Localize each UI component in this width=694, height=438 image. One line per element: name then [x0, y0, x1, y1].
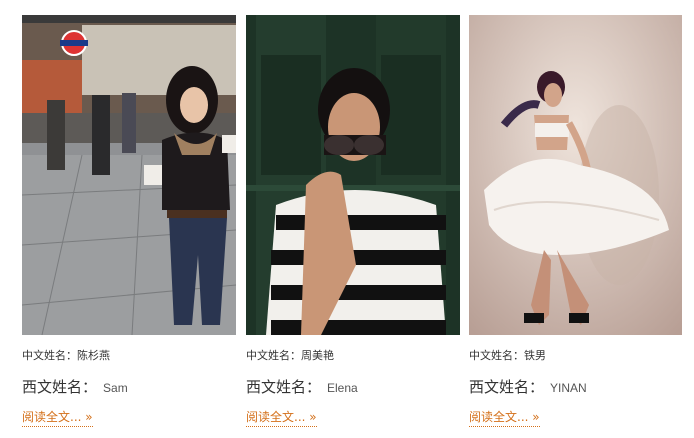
western-name-value: YINAN: [550, 381, 587, 395]
western-name-label: 西文姓名：: [246, 378, 322, 396]
western-name-label: 西文姓名：: [22, 378, 98, 396]
profile-photo-2[interactable]: [246, 15, 460, 335]
chinese-name-line-2: 中文姓名：周美艳: [246, 347, 334, 363]
chinese-name-value: 周美艳: [301, 349, 334, 362]
western-name-line-1: 西文姓名： Sam: [22, 376, 128, 397]
profile-photo-1[interactable]: [22, 15, 236, 335]
chinese-name-label: 中文姓名：: [469, 349, 524, 362]
chinese-name-line-3: 中文姓名：铁男: [469, 347, 546, 363]
chinese-name-value: 铁男: [524, 349, 546, 362]
chinese-name-label: 中文姓名：: [22, 349, 77, 362]
chinese-name-label: 中文姓名：: [246, 349, 301, 362]
western-name-line-3: 西文姓名： YINAN: [469, 376, 587, 397]
western-name-value: Elena: [327, 381, 358, 395]
read-more-link-2[interactable]: 阅读全文... »: [246, 408, 317, 427]
profile-photo-3[interactable]: [469, 15, 682, 335]
western-name-value: Sam: [103, 381, 128, 395]
chinese-name-line-1: 中文姓名：陈杉燕: [22, 347, 110, 363]
read-more-link-1[interactable]: 阅读全文... »: [22, 408, 93, 427]
western-name-line-2: 西文姓名： Elena: [246, 376, 358, 397]
read-more-link-3[interactable]: 阅读全文... »: [469, 408, 540, 427]
chinese-name-value: 陈杉燕: [77, 349, 110, 362]
western-name-label: 西文姓名：: [469, 378, 545, 396]
